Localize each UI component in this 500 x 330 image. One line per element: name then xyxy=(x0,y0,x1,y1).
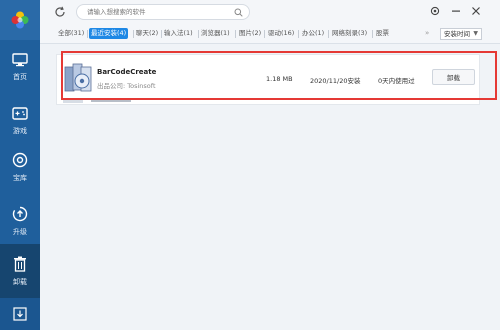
tab-all[interactable]: 全部(31) xyxy=(56,28,86,39)
tab-driver[interactable]: 驱动(16) xyxy=(266,28,296,39)
more-tabs-icon[interactable]: » xyxy=(425,29,429,37)
sort-select-value: 安装时间 xyxy=(444,30,470,38)
tab-divider xyxy=(372,30,373,38)
topbar xyxy=(40,0,500,24)
tab-chat[interactable]: 聊天(2) xyxy=(134,28,160,39)
tab-office[interactable]: 办公(1) xyxy=(300,28,326,39)
upgrade-icon xyxy=(12,206,28,221)
sidebar-item-label: 卸载 xyxy=(13,277,27,286)
tab-divider xyxy=(235,30,236,38)
sidebar-item-store[interactable]: 宝库 xyxy=(0,140,40,194)
sidebar-item-label: 宝库 xyxy=(13,173,27,182)
tab-network-burn[interactable]: 网络刻录(3) xyxy=(330,28,369,39)
sort-select[interactable]: 安装时间 ▼ xyxy=(440,28,482,40)
tab-input-method[interactable]: 输入法(1) xyxy=(162,28,195,39)
minimize-icon xyxy=(452,10,460,12)
monitor-icon xyxy=(12,52,28,66)
gear-icon xyxy=(430,6,440,16)
search-input[interactable] xyxy=(87,6,237,18)
refresh-icon[interactable] xyxy=(54,6,66,18)
sidebar-item-home[interactable]: 首页 xyxy=(0,40,40,94)
gamepad-icon xyxy=(12,106,28,120)
logo-icon xyxy=(11,11,29,29)
tab-recent[interactable]: 最近安装(4) xyxy=(89,28,129,39)
tab-divider xyxy=(87,30,88,38)
sidebar-item-label: 游戏 xyxy=(13,126,27,135)
tab-divider xyxy=(298,30,299,38)
minimize-button[interactable] xyxy=(450,5,462,17)
download-manager-button[interactable] xyxy=(0,298,40,330)
chevron-down-icon: ▼ xyxy=(473,30,478,37)
highlight-box xyxy=(61,51,497,100)
sidebar-item-label: 升级 xyxy=(13,227,27,236)
sidebar: 首页 游戏 宝库 升级 卸载 xyxy=(0,0,40,330)
tab-image[interactable]: 图片(2) xyxy=(237,28,263,39)
search-icon[interactable] xyxy=(234,8,243,17)
sidebar-item-upgrade[interactable]: 升级 xyxy=(0,194,40,248)
tab-browser[interactable]: 浏览器(1) xyxy=(199,28,232,39)
tab-divider xyxy=(328,30,329,38)
app-list: BarCodeCreate 出品公司: Tosinsoft 1.18 MB 20… xyxy=(40,44,500,330)
close-icon xyxy=(472,7,480,15)
sidebar-item-uninstall[interactable]: 卸载 xyxy=(0,244,40,298)
tab-stocks[interactable]: 股票 xyxy=(374,28,391,39)
disc-icon xyxy=(12,152,28,167)
trash-icon xyxy=(14,256,26,272)
category-tabs: 全部(31) 最近安装(4) 聊天(2) 输入法(1) 浏览器(1) 图片(2)… xyxy=(40,24,500,44)
search-box[interactable] xyxy=(76,4,250,20)
app-logo xyxy=(0,0,40,40)
sidebar-item-label: 首页 xyxy=(13,72,27,81)
close-button[interactable] xyxy=(470,5,482,17)
tab-divider xyxy=(264,30,265,38)
settings-button[interactable] xyxy=(429,5,441,17)
download-icon xyxy=(13,307,27,321)
